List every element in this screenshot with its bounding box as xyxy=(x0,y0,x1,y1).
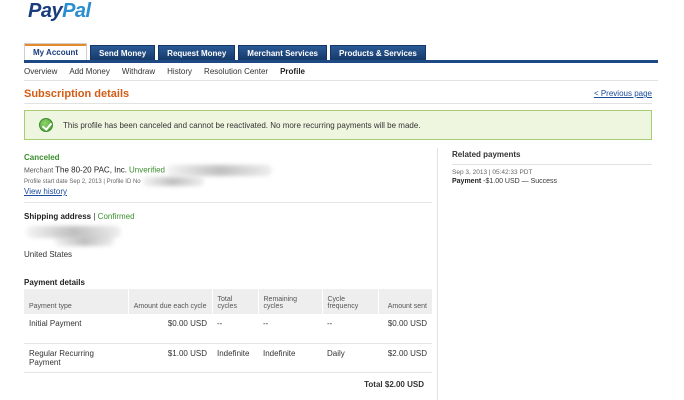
cell-amount-sent: $2.00 USD xyxy=(378,343,432,373)
shipping-status: Confirmed xyxy=(97,212,135,221)
subnav-history[interactable]: History xyxy=(167,67,192,76)
tab-request-money[interactable]: Request Money xyxy=(158,45,236,60)
related-payments-heading: Related payments xyxy=(452,150,521,159)
redacted-profile-id xyxy=(142,177,205,186)
merchant-status: Unverified xyxy=(128,165,165,175)
related-payment-item[interactable]: Payment -$1.00 USD — Success xyxy=(452,178,652,185)
paypal-logo[interactable]: PayPal xyxy=(28,0,91,23)
previous-page-link[interactable]: < Previous page xyxy=(594,89,652,98)
shipping-address-label: Shipping address xyxy=(24,212,92,221)
view-history-link[interactable]: View history xyxy=(24,187,67,196)
tab-products-services[interactable]: Products & Services xyxy=(330,45,426,60)
related-payments-panel: Related payments Sep 3, 2013 | 05:42:33 … xyxy=(452,150,652,185)
subnav-profile[interactable]: Profile xyxy=(280,67,305,76)
payment-details-table: Payment type Amount due each cycle Total… xyxy=(24,289,432,373)
table-header-row: Payment type Amount due each cycle Total… xyxy=(24,289,432,314)
title-divider xyxy=(24,103,652,104)
tab-my-account[interactable]: My Account xyxy=(24,43,88,60)
sub-navigation: Overview Add Money Withdraw History Reso… xyxy=(24,67,305,76)
status-label: Canceled xyxy=(24,153,60,162)
table-row: Initial Payment $0.00 USD -- -- -- $0.00… xyxy=(24,314,432,344)
canceled-notice: This profile has been canceled and canno… xyxy=(24,110,652,140)
tab-bar-rule xyxy=(24,60,658,63)
tab-send-money[interactable]: Send Money xyxy=(90,45,156,60)
profile-info: Profile start date Sep 2, 2013 | Profile… xyxy=(24,177,205,186)
column-divider xyxy=(437,148,438,400)
cell-amount-due: $1.00 USD xyxy=(128,343,212,373)
related-divider xyxy=(452,164,652,165)
header-amount-due: Amount due each cycle xyxy=(127,289,212,314)
shipping-country: United States xyxy=(24,250,73,259)
cell-amount-sent: $0.00 USD xyxy=(378,314,432,344)
header-remaining-cycles: Remaining cycles xyxy=(257,289,322,314)
notice-text: This profile has been canceled and canno… xyxy=(63,120,421,130)
page-title: Subscription details xyxy=(24,88,130,100)
subnav-overview[interactable]: Overview xyxy=(24,67,57,76)
redacted-address-line2 xyxy=(54,236,114,246)
cell-payment-type: Regular Recurring Payment xyxy=(24,343,128,373)
tab-merchant-services[interactable]: Merchant Services xyxy=(238,45,327,60)
cell-cycle-frequency: -- xyxy=(322,314,378,344)
profile-start-and-id: Profile start date Sep 2, 2013 | Profile… xyxy=(24,179,141,186)
merchant-name: The 80-20 PAC, Inc. xyxy=(55,165,128,175)
merchant-label: Merchant xyxy=(24,167,54,175)
header-amount-sent: Amount sent xyxy=(377,289,432,314)
cell-remaining-cycles: Indefinite xyxy=(258,343,322,373)
cell-amount-due: $0.00 USD xyxy=(128,314,212,344)
related-payment-label: Payment xyxy=(452,178,482,185)
shipping-address-heading: Shipping address | Confirmed xyxy=(24,212,135,221)
shipping-separator: | xyxy=(93,212,96,221)
header-payment-type: Payment type xyxy=(24,289,128,314)
section-divider xyxy=(24,202,432,203)
header-cycle-frequency: Cycle frequency xyxy=(321,289,378,314)
subnav-add-money[interactable]: Add Money xyxy=(69,67,109,76)
subnav-withdraw[interactable]: Withdraw xyxy=(122,67,155,76)
main-tabs: My Account Send Money Request Money Merc… xyxy=(24,43,426,60)
redacted-text xyxy=(166,165,272,176)
merchant-line: Merchant The 80-20 PAC, Inc. Unverified xyxy=(24,165,272,176)
subnav-divider xyxy=(24,80,658,81)
cell-remaining-cycles: -- xyxy=(258,314,322,344)
payment-details-heading: Payment details xyxy=(24,278,85,287)
table-row: Regular Recurring Payment $1.00 USD Inde… xyxy=(24,343,432,373)
related-payment-detail: -$1.00 USD — Success xyxy=(483,178,558,185)
check-icon xyxy=(39,118,53,132)
payment-total: Total $2.00 USD xyxy=(364,380,424,389)
cell-cycle-frequency: Daily xyxy=(322,343,378,373)
related-payment-date: Sep 3, 2013 | 05:42:33 PDT xyxy=(452,169,533,176)
cell-payment-type: Initial Payment xyxy=(24,314,128,344)
cell-total-cycles: Indefinite xyxy=(212,343,258,373)
subnav-resolution-center[interactable]: Resolution Center xyxy=(204,67,268,76)
header-total-cycles: Total cycles xyxy=(211,289,258,314)
cell-total-cycles: -- xyxy=(212,314,258,344)
